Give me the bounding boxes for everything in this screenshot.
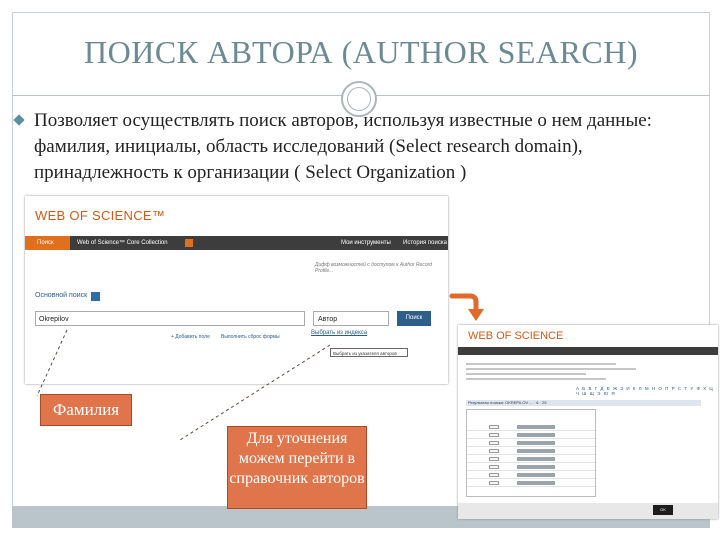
- surname-callout: Фамилия: [40, 394, 132, 426]
- leader-line-surname: [36, 329, 68, 397]
- refine-callout: Для уточнения можем перейти в справочник…: [227, 426, 367, 509]
- curved-arrow-icon: [449, 293, 484, 321]
- slide: ПОИСК АВТОРА (AUTHOR SEARCH) Позволяет о…: [0, 0, 720, 540]
